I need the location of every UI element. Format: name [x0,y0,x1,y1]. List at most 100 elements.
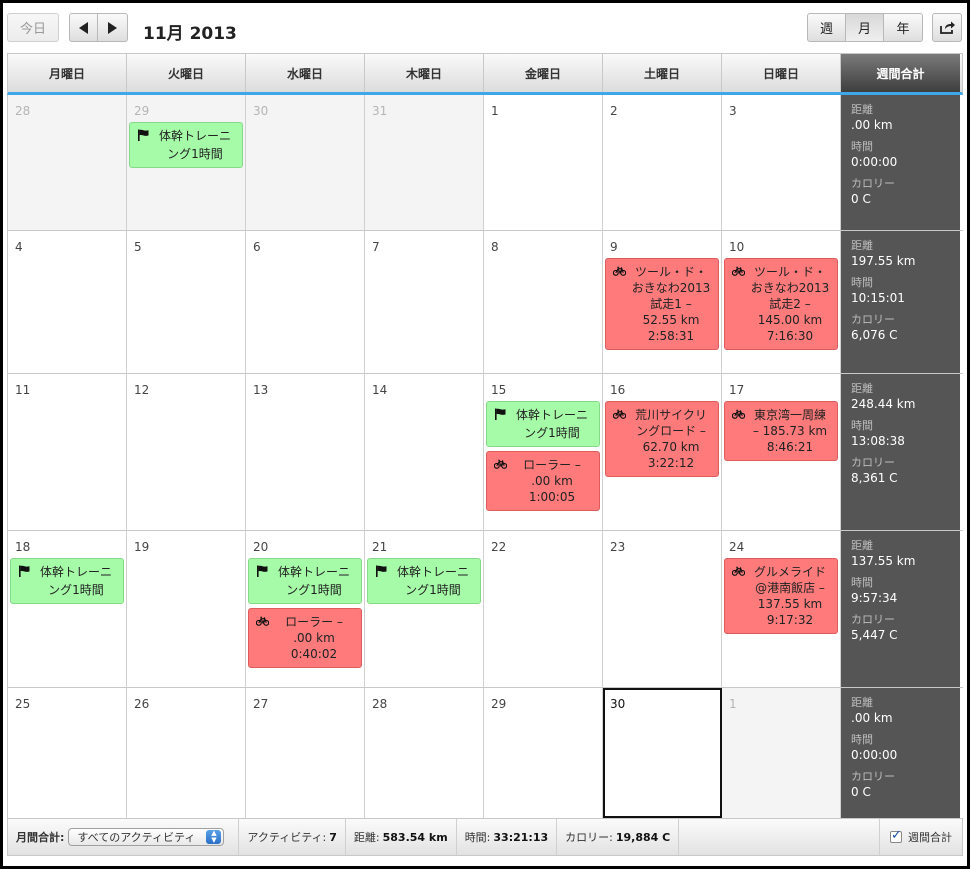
activity-event[interactable]: ツール・ド・ おきなわ2013 試走1 – 52.55 km 2:58:31 [605,258,719,350]
day-cell[interactable]: 25 [8,688,127,818]
day-cell[interactable]: 17 東京湾一周練 – 185.73 km 8:46:21 [722,374,841,530]
weekly-time-value: 0:00:00 [851,748,898,762]
calendar-grid: 28 29 体幹トレーニ ング1時間 30 31 1 2 3 距離 .00 km 時間 0:00:00 カ… [7,95,963,819]
time-label: 時間: [464,831,491,844]
view-week-button[interactable]: 週 [807,13,846,42]
flag-icon [495,408,506,420]
day-cell[interactable]: 20 体幹トレーニ ング1時間 ローラー – .00 km 0:40:02 [246,531,365,687]
calories-label: カロリー: [565,831,613,844]
day-cell[interactable]: 14 [365,374,484,530]
day-cell[interactable]: 6 [246,231,365,373]
weekly-total-checkbox[interactable] [890,828,902,843]
header-friday: 金曜日 [484,54,603,92]
event-text-line: おきなわ2013 [631,281,711,295]
day-cell[interactable]: 4 [8,231,127,373]
monthly-time: 時間: 33:21:13 [457,819,558,855]
day-cell[interactable]: 24 グルメライド @港南飯店 – 137.55 km 9:17:32 [722,531,841,687]
event-text: 体幹トレーニ ング1時間 [511,406,593,442]
arrow-right-icon [108,21,117,34]
workout-event[interactable]: 体幹トレーニ ング1時間 [248,558,362,604]
share-button[interactable] [932,13,962,42]
weekly-distance-value: .00 km [851,711,893,725]
weekly-calories-label: カロリー [851,613,895,626]
event-list: 体幹トレーニ ング1時間 [10,558,124,608]
day-cell[interactable]: 29 [484,688,603,818]
day-number: 11 [15,383,31,397]
day-cell[interactable]: 7 [365,231,484,373]
activity-event[interactable]: 東京湾一周練 – 185.73 km 8:46:21 [724,401,838,461]
day-cell[interactable]: 10 ツール・ド・ おきなわ2013 試走2 – 145.00 km 7:16:30 [722,231,841,373]
day-cell[interactable]: 1 [484,95,603,230]
day-cell[interactable]: 11 [8,374,127,530]
day-number: 13 [253,383,269,397]
weekly-total-toggle[interactable]: 週間合計 [879,819,962,855]
event-text-line: – 185.73 km [752,424,828,438]
event-text: 体幹トレーニ ング1時間 [35,563,117,599]
day-cell[interactable]: 9 ツール・ド・ おきなわ2013 試走1 – 52.55 km 2:58:31 [603,231,722,373]
day-cell[interactable]: 31 [365,95,484,230]
distance-label: 距離: [353,831,380,844]
week-row: 28 29 体幹トレーニ ング1時間 30 31 1 2 3 距離 .00 km 時間 0:00:00 カ… [7,95,963,231]
header-thursday: 木曜日 [365,54,484,92]
day-cell[interactable]: 28 [365,688,484,818]
weekly-distance-label: 距離 [851,539,873,552]
day-cell[interactable]: 27 [246,688,365,818]
weekly-distance-value: 137.55 km [851,554,916,568]
day-cell[interactable]: 1 [722,688,841,818]
day-cell[interactable]: 12 [127,374,246,530]
previous-month-button[interactable] [69,13,98,42]
day-number: 15 [491,383,507,397]
view-month-button[interactable]: 月 [846,13,884,42]
day-cell[interactable]: 16 荒川サイクリ ングロード – 62.70 km 3:22:12 [603,374,722,530]
weekly-summary: 距離 .00 km 時間 0:00:00 カロリー 0 C [841,95,960,230]
activity-event[interactable]: 荒川サイクリ ングロード – 62.70 km 3:22:12 [605,401,719,477]
weekly-distance-value: .00 km [851,118,893,132]
day-cell[interactable]: 2 [603,95,722,230]
day-cell-today[interactable]: 30 [603,688,722,818]
day-cell[interactable]: 15 体幹トレーニ ング1時間ローラー – .00 km 1:00:05 [484,374,603,530]
day-cell[interactable]: 28 [8,95,127,230]
event-list: ツール・ド・ おきなわ2013 試走2 – 145.00 km 7:16:30 [724,258,838,354]
day-cell[interactable]: 18 体幹トレーニ ング1時間 [8,531,127,687]
event-list: 体幹トレーニ ング1時間 [367,558,481,608]
activities-label: アクティビティ: [247,831,327,844]
event-text: 荒川サイクリ ングロード – 62.70 km 3:22:12 [630,407,712,471]
activity-event[interactable]: ローラー – .00 km 0:40:02 [248,608,362,668]
next-month-button[interactable] [98,13,128,42]
header-monday: 月曜日 [8,54,127,92]
day-number: 9 [610,240,618,254]
view-year-button[interactable]: 年 [884,13,923,42]
day-cell[interactable]: 26 [127,688,246,818]
day-cell[interactable]: 21 体幹トレーニ ング1時間 [365,531,484,687]
bicycle-icon [256,616,269,626]
day-cell[interactable]: 8 [484,231,603,373]
event-list: 体幹トレーニ ング1時間 [129,122,243,172]
day-cell[interactable]: 23 [603,531,722,687]
event-text-line: ツール・ド・ [753,265,826,279]
day-cell[interactable]: 5 [127,231,246,373]
weekly-distance-label: 距離 [851,239,873,252]
event-text: ツール・ド・ おきなわ2013 試走1 – 52.55 km 2:58:31 [630,264,712,344]
day-number: 14 [372,383,388,397]
activity-filter-select[interactable]: すべてのアクティビティ ▲ ▼ [68,828,225,846]
activity-event[interactable]: グルメライド @港南飯店 – 137.55 km 9:17:32 [724,558,838,634]
workout-event[interactable]: 体幹トレーニ ング1時間 [129,122,243,168]
day-cell[interactable]: 29 体幹トレーニ ング1時間 [127,95,246,230]
activity-event[interactable]: ツール・ド・ おきなわ2013 試走2 – 145.00 km 7:16:30 [724,258,838,350]
weekly-summary: 距離 137.55 km 時間 9:57:34 カロリー 5,447 C [841,531,960,687]
day-cell[interactable]: 22 [484,531,603,687]
weekly-distance-label: 距離 [851,103,873,116]
day-cell[interactable]: 19 [127,531,246,687]
activity-event[interactable]: ローラー – .00 km 1:00:05 [486,451,600,511]
event-text: 体幹トレーニ ング1時間 [273,563,355,599]
day-cell[interactable]: 30 [246,95,365,230]
workout-event[interactable]: 体幹トレーニ ング1時間 [367,558,481,604]
workout-event[interactable]: 体幹トレーニ ング1時間 [486,401,600,447]
weekly-calories-label: カロリー [851,456,895,469]
today-button[interactable]: 今日 [7,13,59,42]
month-title: 11月 2013 [143,24,237,44]
day-number: 12 [134,383,150,397]
day-cell[interactable]: 3 [722,95,841,230]
workout-event[interactable]: 体幹トレーニ ング1時間 [10,558,124,604]
day-cell[interactable]: 13 [246,374,365,530]
